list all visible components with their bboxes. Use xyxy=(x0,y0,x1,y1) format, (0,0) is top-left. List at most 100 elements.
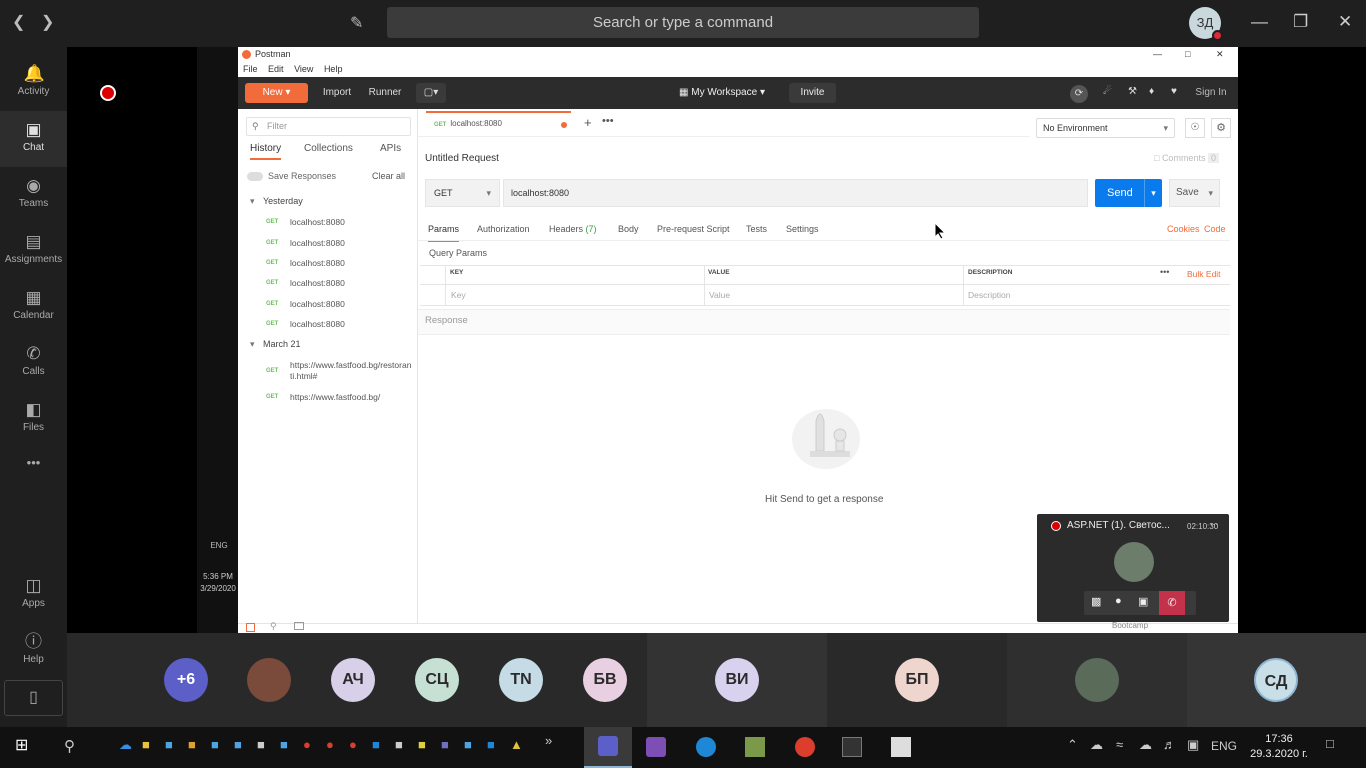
notes-icon[interactable]: ■ xyxy=(418,737,426,752)
overflow-icon[interactable]: » xyxy=(545,733,552,748)
volume-icon[interactable]: ♬ xyxy=(1163,737,1176,752)
network-icon[interactable]: ▣ xyxy=(1187,737,1199,753)
participant-avatar[interactable]: СЦ xyxy=(415,658,459,702)
back-arrow-icon[interactable]: ❮ xyxy=(12,12,25,32)
history-item[interactable]: GET https://www.fastfood.bg/ xyxy=(266,392,411,403)
console-icon[interactable] xyxy=(294,622,304,630)
bootcamp-link[interactable]: Bootcamp xyxy=(1112,621,1148,630)
rail-assignments[interactable]: ▤ Assignments xyxy=(0,223,67,279)
code-link[interactable]: Code xyxy=(1204,224,1226,234)
tab-collections[interactable]: Collections xyxy=(304,143,353,154)
request-name[interactable]: Untitled Request xyxy=(425,153,499,164)
cookies-link[interactable]: Cookies xyxy=(1167,224,1200,234)
participant-avatar[interactable]: АЧ xyxy=(331,658,375,702)
onedrive-tray-icon[interactable]: ☁ xyxy=(1090,737,1103,753)
participant-avatar-self[interactable]: СД xyxy=(1254,658,1298,702)
chrome-icon[interactable]: ● xyxy=(326,737,334,752)
search-input[interactable]: Search or type a command xyxy=(387,7,979,38)
my-avatar[interactable]: ЗД xyxy=(1189,7,1223,41)
microphone-icon[interactable]: ● xyxy=(1115,595,1122,607)
keyboard-language[interactable]: ENG xyxy=(1211,739,1237,753)
snipping-tool-icon[interactable] xyxy=(891,737,911,757)
tab-settings[interactable]: Settings xyxy=(786,224,819,234)
close-icon[interactable]: ✕ xyxy=(1338,12,1352,32)
description-input[interactable]: Description xyxy=(968,290,1011,300)
method-select[interactable]: GET ▾ xyxy=(425,179,500,207)
share-screen-icon[interactable]: ▣ xyxy=(1138,595,1148,608)
rail-more[interactable]: ••• xyxy=(0,455,67,479)
cloud-upload-icon[interactable]: ☁ xyxy=(1139,737,1152,753)
filter-input[interactable]: ⚲ Filter xyxy=(246,117,411,136)
wrench-icon[interactable]: ⚒ xyxy=(1128,86,1137,97)
menu-help[interactable]: Help xyxy=(324,64,343,74)
device-icon[interactable]: ▯ xyxy=(4,680,63,716)
participant-avatar[interactable]: БВ xyxy=(583,658,627,702)
satellite-icon[interactable]: ☄ xyxy=(1103,86,1112,97)
tab-apis[interactable]: APIs xyxy=(380,143,401,154)
chevron-down-icon[interactable]: ▾ xyxy=(1208,180,1213,206)
rail-teams[interactable]: ◉ Teams xyxy=(0,167,67,223)
app-icon[interactable]: ■ xyxy=(464,737,472,752)
add-tab-icon[interactable]: + xyxy=(584,115,592,130)
app-icon[interactable]: ■ xyxy=(211,737,219,752)
maximize-icon[interactable]: ❐ xyxy=(1293,12,1308,32)
maximize-icon[interactable]: □ xyxy=(1185,47,1190,62)
rail-chat[interactable]: ▣ Chat xyxy=(0,111,67,167)
search-icon[interactable]: ⚲ xyxy=(64,737,75,755)
sidebar-toggle-icon[interactable] xyxy=(246,623,255,632)
chrome-icon[interactable]: ● xyxy=(349,737,357,752)
participant-avatar[interactable]: TN xyxy=(499,658,543,702)
participant-avatar[interactable]: ВИ xyxy=(715,658,759,702)
app-icon[interactable]: ■ xyxy=(257,737,265,752)
app-icon[interactable]: ■ xyxy=(165,737,173,752)
edge-icon[interactable]: ■ xyxy=(372,737,380,752)
edge-icon[interactable] xyxy=(696,737,716,757)
rail-calls[interactable]: ✆ Calls xyxy=(0,335,67,391)
cmd-icon[interactable]: ■ xyxy=(395,737,403,752)
eye-icon[interactable]: ☉ xyxy=(1185,118,1205,138)
menu-file[interactable]: File xyxy=(243,64,258,74)
tab-history[interactable]: History xyxy=(250,143,282,160)
save-button[interactable]: Save ▾ xyxy=(1169,179,1220,207)
rail-calendar[interactable]: ▦ Calendar xyxy=(0,279,67,335)
onedrive-icon[interactable]: ☁ xyxy=(119,737,132,753)
sync-icon[interactable]: ⟳ xyxy=(1070,85,1088,103)
rail-apps[interactable]: ◫ Apps xyxy=(0,567,67,623)
windows-start-icon[interactable]: ⊞ xyxy=(15,735,28,755)
workspace-dropdown[interactable]: ▦ My Workspace ▾ xyxy=(679,83,765,103)
url-input[interactable]: localhost:8080 xyxy=(503,179,1088,207)
tab-headers[interactable]: Headers (7) xyxy=(549,224,597,234)
wifi-icon[interactable]: ≈ xyxy=(1116,737,1123,752)
compose-icon[interactable]: ✎ xyxy=(350,13,363,33)
rail-help[interactable]: ⓘ Help xyxy=(0,623,67,679)
chrome-icon[interactable]: ● xyxy=(303,737,311,752)
cmd-icon[interactable] xyxy=(842,737,862,757)
participant-avatar[interactable]: БП xyxy=(895,658,939,702)
key-input[interactable]: Key xyxy=(451,290,466,300)
rail-files[interactable]: ◧ Files xyxy=(0,391,67,447)
value-input[interactable]: Value xyxy=(709,290,730,300)
tab-pre-request-script[interactable]: Pre-request Script xyxy=(657,224,730,234)
find-icon[interactable]: ⚲ xyxy=(270,621,277,632)
save-responses-toggle[interactable] xyxy=(247,172,263,181)
environment-select[interactable]: No Environment ▾ xyxy=(1036,118,1175,138)
minimize-icon[interactable]: — xyxy=(1251,12,1268,32)
action-center-icon[interactable]: □ xyxy=(1326,736,1334,751)
app-icon[interactable]: ■ xyxy=(441,737,449,752)
app-icon[interactable]: ■ xyxy=(234,737,242,752)
participant-avatar[interactable] xyxy=(1075,658,1119,702)
app-icon[interactable]: ■ xyxy=(280,737,288,752)
visual-studio-icon[interactable] xyxy=(646,737,666,757)
settings-gear-icon[interactable]: ⚙ xyxy=(1211,118,1231,138)
menu-edit[interactable]: Edit xyxy=(268,64,284,74)
request-tab[interactable]: GET localhost:8080 xyxy=(426,111,571,137)
import-button[interactable]: Import xyxy=(319,83,355,103)
drive-icon[interactable]: ▲ xyxy=(510,737,523,752)
history-item[interactable]: GET https://www.fastfood.bg/restoranti.ht… xyxy=(266,360,411,382)
more-options-icon[interactable]: ... xyxy=(1210,517,1218,528)
new-button[interactable]: New ▾ xyxy=(245,83,308,103)
tab-body[interactable]: Body xyxy=(618,224,639,234)
history-item[interactable]: GET localhost:8080 xyxy=(266,278,411,289)
history-item[interactable]: GET localhost:8080 xyxy=(266,299,411,310)
hang-up-icon[interactable]: ✆ xyxy=(1159,591,1185,615)
